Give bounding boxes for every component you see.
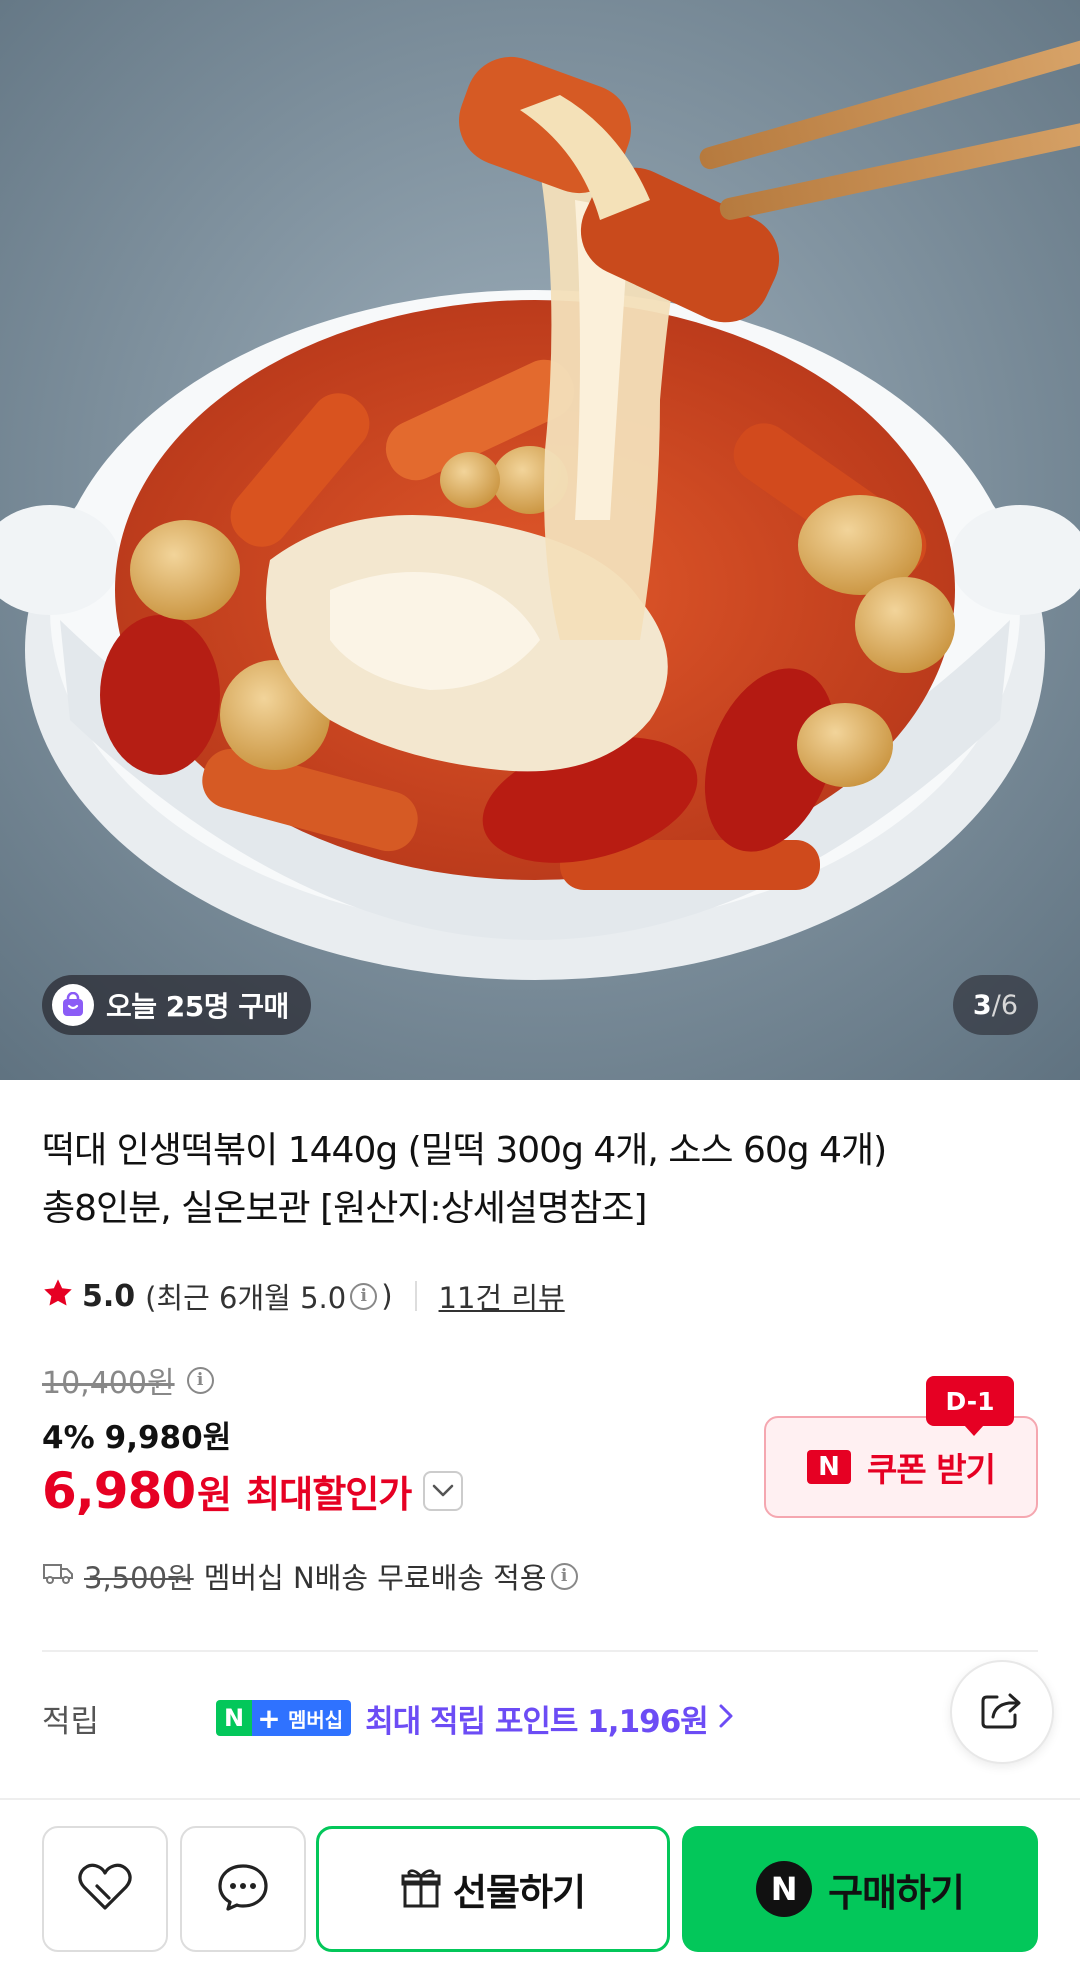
chevron-right-icon (718, 1703, 734, 1733)
info-icon[interactable]: i (550, 1562, 578, 1590)
membership-n: N (216, 1700, 252, 1736)
product-image[interactable]: 오늘 25명 구매 3 / 6 (0, 0, 1080, 1080)
coupon-download-button[interactable]: N 쿠폰 받기 (764, 1416, 1038, 1518)
rating-score: 5.0 (82, 1278, 136, 1314)
heart-icon (77, 1862, 133, 1916)
max-points-text: 최대 적립 포인트 1,196원 (365, 1703, 709, 1740)
info-icon[interactable]: i (186, 1366, 214, 1394)
page-total: 6 (1000, 989, 1018, 1021)
final-price: 6,980 (42, 1462, 196, 1520)
buy-button[interactable]: N 구매하기 (682, 1826, 1038, 1952)
original-price: 10,400원 (42, 1366, 175, 1401)
recent-rating-close: ) (381, 1279, 393, 1313)
membership-plus: + (252, 1700, 286, 1736)
max-discount-label: 최대할인가 (246, 1473, 412, 1516)
page-separator: / (991, 989, 1001, 1021)
today-purchase-text: 오늘 25명 구매 (106, 990, 289, 1023)
max-discount-price-row[interactable]: 6,980 원 최대할인가 (42, 1462, 464, 1520)
talk-button[interactable] (180, 1826, 306, 1952)
original-price-row: 10,400원 i (42, 1358, 218, 1402)
buy-label: 구매하기 (828, 1870, 965, 1915)
gift-button[interactable]: 선물하기 (316, 1826, 670, 1952)
truck-icon (42, 1559, 74, 1593)
bottom-action-bar: 선물하기 N 구매하기 (0, 1798, 1080, 1977)
product-title: 떡대 인생떡볶이 1440g (밀떡 300g 4개, 소스 60g 4개) 총… (42, 1122, 1042, 1238)
rating-divider (414, 1281, 417, 1311)
today-purchase-badge: 오늘 25명 구매 (42, 975, 311, 1035)
chat-icon (216, 1862, 270, 1916)
coupon-label: 쿠폰 받기 (867, 1450, 996, 1489)
points-row[interactable]: 적립 N + 멤버십 최대 적립 포인트 1,196원 (42, 1696, 942, 1740)
gift-label: 선물하기 (452, 1871, 586, 1914)
shipping-row: 3,500원 멤버십 N배송 무료배송 적용 i (42, 1556, 582, 1596)
naver-pay-n-logo: N (756, 1861, 813, 1917)
image-page-counter: 3 / 6 (952, 975, 1038, 1035)
final-price-unit: 원 (197, 1472, 233, 1517)
naver-n-logo: N (807, 1450, 852, 1484)
recent-rating-text: (최근 6개월 5.0 (145, 1281, 347, 1315)
product-photo (0, 0, 1080, 1080)
coupon-dday-badge: D-1 (926, 1376, 1014, 1436)
wishlist-button[interactable] (42, 1826, 168, 1952)
chevron-down-icon[interactable] (423, 1471, 464, 1511)
share-icon (979, 1689, 1025, 1735)
discount-price: 9,980원 (104, 1420, 232, 1456)
info-icon[interactable]: i (350, 1282, 378, 1310)
share-button[interactable] (950, 1660, 1054, 1764)
shipping-note: 멤버십 N배송 무료배송 적용 (203, 1561, 547, 1595)
rating-row: 5.0 (최근 6개월 5.0 i ) 11건 리뷰 (42, 1274, 565, 1318)
review-count-link[interactable]: 11건 리뷰 (439, 1275, 565, 1317)
page-current: 3 (972, 989, 992, 1021)
membership-text: 멤버십 (286, 1700, 352, 1736)
discount-percent: 4% (42, 1420, 95, 1456)
points-label: 적립 (42, 1703, 100, 1740)
product-title-line2: 총8인분, 실온보관 [원산지:상세설명참조] (42, 1188, 647, 1229)
membership-badge: N + 멤버십 (216, 1700, 352, 1736)
product-title-line1: 떡대 인생떡볶이 1440g (밀떡 300g 4개, 소스 60g 4개) (42, 1130, 887, 1171)
discount-price-row: 4% 9,980원 (42, 1412, 231, 1457)
original-shipping-fee: 3,500원 (84, 1561, 194, 1595)
gift-icon (401, 1866, 441, 1912)
shopping-bag-icon (52, 984, 94, 1026)
star-icon (42, 1277, 74, 1316)
section-divider (42, 1650, 1038, 1652)
